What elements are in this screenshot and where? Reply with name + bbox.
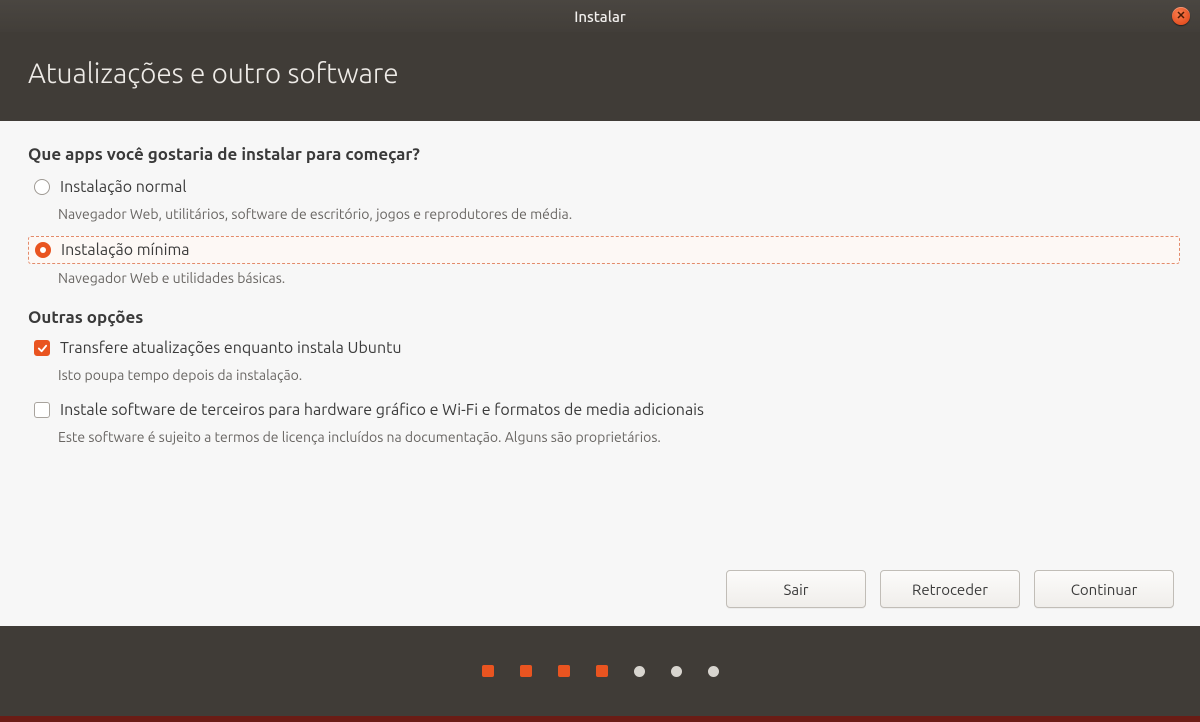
- checkbox-icon[interactable]: [34, 340, 50, 356]
- radio-icon[interactable]: [35, 242, 51, 258]
- checkbox-label: Instale software de terceiros para hardw…: [60, 401, 704, 419]
- page-title: Atualizações e outro software: [28, 58, 1172, 89]
- window-title: Instalar: [574, 8, 626, 25]
- radio-row-minimal[interactable]: Instalação mínima: [28, 236, 1180, 264]
- content-area: Que apps você gostaria de instalar para …: [0, 121, 1200, 626]
- checkbox-row-third-party[interactable]: Instale software de terceiros para hardw…: [28, 397, 1180, 423]
- back-button[interactable]: Retroceder: [880, 570, 1020, 608]
- install-option-minimal: Instalação mínima Navegador Web e utilid…: [28, 236, 1180, 296]
- checkbox-desc: Este software é sujeito a termos de lice…: [58, 429, 1180, 445]
- step-dot-7: [708, 666, 719, 677]
- checkbox-desc: Isto poupa tempo depois da instalação.: [58, 367, 1180, 383]
- step-dot-4: [596, 665, 608, 677]
- step-dot-5: [634, 666, 645, 677]
- radio-label: Instalação normal: [60, 178, 187, 196]
- quit-button[interactable]: Sair: [726, 570, 866, 608]
- header: Atualizações e outro software: [0, 32, 1200, 121]
- checkbox-label: Transfere atualizações enquanto instala …: [60, 339, 402, 357]
- radio-desc: Navegador Web e utilidades básicas.: [58, 270, 1180, 286]
- step-dot-2: [520, 665, 532, 677]
- other-options-heading: Outras opções: [28, 308, 1180, 327]
- step-dot-1: [482, 665, 494, 677]
- radio-label: Instalação mínima: [61, 241, 190, 259]
- step-dot-3: [558, 665, 570, 677]
- titlebar: Instalar ✕: [0, 0, 1200, 32]
- step-dot-6: [671, 666, 682, 677]
- checkbox-row-download-updates[interactable]: Transfere atualizações enquanto instala …: [28, 335, 1180, 361]
- install-option-normal: Instalação normal Navegador Web, utilitá…: [28, 174, 1180, 232]
- continue-button[interactable]: Continuar: [1034, 570, 1174, 608]
- option-third-party: Instale software de terceiros para hardw…: [28, 397, 1180, 455]
- radio-row-normal[interactable]: Instalação normal: [28, 174, 1180, 200]
- radio-icon[interactable]: [34, 179, 50, 195]
- install-question: Que apps você gostaria de instalar para …: [28, 145, 1180, 164]
- checkbox-icon[interactable]: [34, 402, 50, 418]
- close-icon[interactable]: ✕: [1172, 7, 1190, 25]
- progress-dots: [0, 626, 1200, 716]
- button-row: Sair Retroceder Continuar: [28, 570, 1180, 608]
- radio-desc: Navegador Web, utilitários, software de …: [58, 206, 1180, 222]
- option-download-updates: Transfere atualizações enquanto instala …: [28, 335, 1180, 393]
- bottom-strip: [0, 716, 1200, 722]
